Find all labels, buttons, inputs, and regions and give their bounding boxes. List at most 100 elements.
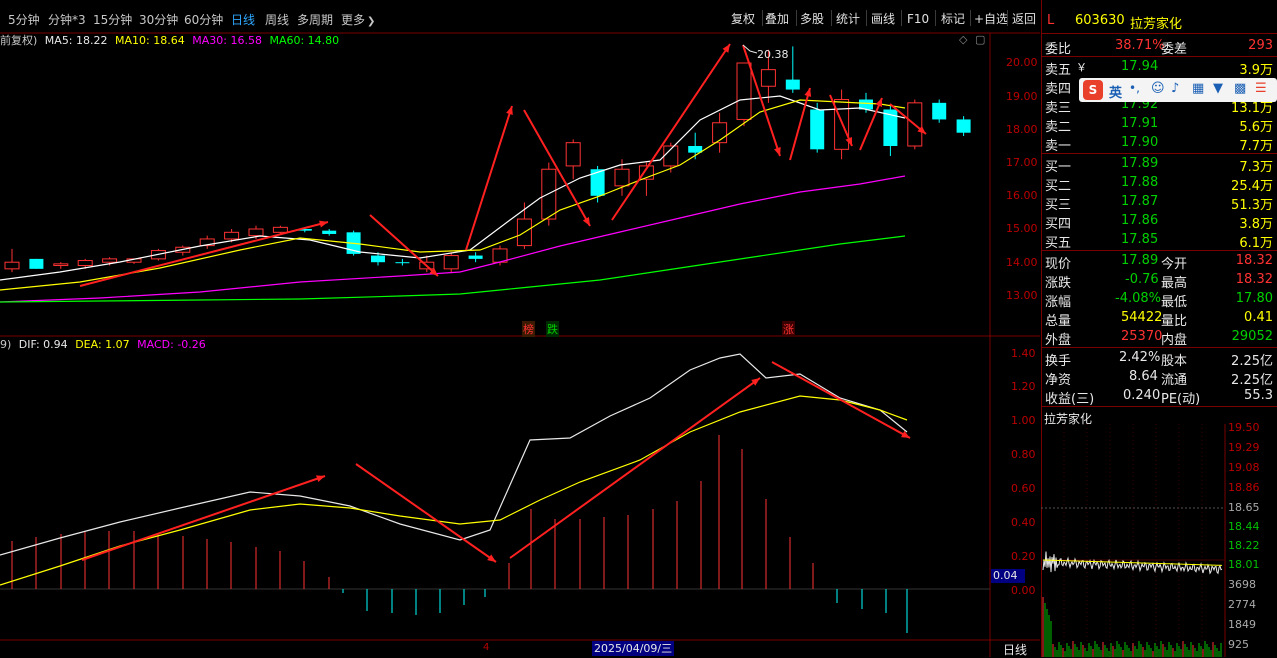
fin-row: 净资 8.64 流通 2.25亿: [1041, 367, 1277, 388]
stat-label: 内盘: [1161, 333, 1188, 348]
macd-value: MACD: -0.26: [137, 338, 206, 351]
net-assets: 8.64: [1129, 369, 1158, 384]
stat-row: 总量 54422 量比 0.41: [1041, 308, 1277, 329]
candle-body: [4, 261, 20, 270]
trend-arrow-up: [79, 221, 329, 287]
price-axis-label: 18.00: [1006, 123, 1038, 136]
outer-volume: 25370: [1121, 329, 1163, 344]
ime-punct-toggle[interactable]: •,: [1129, 81, 1140, 95]
ime-keyboard-icon[interactable]: ▦: [1192, 81, 1204, 96]
fin-row: 收益(三) 0.240 PE(动) 55.3: [1041, 386, 1277, 407]
macd-arrow-down-head: [487, 554, 496, 562]
divider: [1041, 33, 1277, 34]
order-ratio-label: 委比: [1045, 42, 1072, 57]
macd-arrow-down: [771, 361, 911, 439]
bid-price: 17.89: [1121, 156, 1159, 171]
candle-body: [688, 146, 703, 153]
macd-arrow-up: [81, 475, 326, 561]
bid-price: 17.87: [1121, 194, 1159, 209]
macd-param-label: 9): [0, 338, 12, 351]
macd-axis-label: 1.40: [1011, 347, 1036, 360]
ime-toolbox-icon[interactable]: ▩: [1234, 81, 1246, 96]
candle-body: [102, 258, 118, 263]
trend-arrow-down-head: [774, 147, 781, 156]
ime-skin-icon[interactable]: ▼: [1213, 81, 1223, 96]
candle-body: [956, 119, 971, 133]
total-volume: 54422: [1121, 310, 1163, 325]
macd-legend: 9) DIF: 0.94 DEA: 1.07 MACD: -0.26: [0, 338, 206, 351]
ime-toolbar[interactable]: S 英 •, ☺ ♪ ▦ ▼ ▩ ☰: [1079, 78, 1277, 102]
bottom-marker: 4: [483, 642, 490, 653]
mini-price-label: 19.08: [1228, 461, 1260, 474]
mini-vol-label: 1849: [1228, 618, 1256, 631]
eps: 0.240: [1123, 388, 1161, 403]
ask-row: 卖二 17.91 5.6万: [1041, 114, 1277, 135]
dea-value: DEA: 1.07: [75, 338, 130, 351]
ma30-value: MA30: 16.58: [192, 34, 262, 47]
macd-axis-label: 0.00: [1011, 584, 1036, 597]
mini-price-label: 19.50: [1228, 421, 1260, 434]
bid-row: 买三 17.87 51.3万: [1041, 192, 1277, 213]
ime-logo-icon[interactable]: S: [1083, 80, 1103, 100]
candle-body: [272, 226, 288, 233]
candle-body: [565, 142, 581, 167]
kline-chart[interactable]: [0, 0, 1040, 657]
ma30-line: [0, 175, 906, 303]
trend-arrow-up-head: [506, 106, 513, 115]
expand-icon[interactable]: ▢: [975, 33, 985, 46]
stat-row: 现价 17.89 今开 18.32: [1041, 251, 1277, 272]
candle-body: [53, 263, 69, 267]
candle-body: [248, 228, 264, 237]
change-percent: -4.08%: [1115, 291, 1161, 306]
turnover-rate: 2.42%: [1119, 350, 1161, 365]
candle-body: [322, 230, 337, 234]
high-price-marker: 20.38: [757, 48, 789, 61]
order-diff-label: 委差: [1161, 42, 1188, 57]
ask-price: 17.91: [1121, 116, 1159, 131]
trend-arrow-up: [789, 87, 811, 161]
trend-arrow-up-head: [722, 44, 730, 53]
order-diff-value: 293: [1248, 38, 1273, 53]
list-badge[interactable]: 榜: [522, 321, 535, 337]
bid-label: 买五: [1045, 236, 1072, 251]
ime-emoji-icon[interactable]: ☺: [1151, 81, 1165, 96]
candle-body: [77, 260, 93, 267]
mini-vol-label: 925: [1228, 638, 1249, 651]
bid-row: 买一 17.89 7.3万: [1041, 154, 1277, 175]
ask-volume: 7.7万: [1239, 139, 1273, 154]
current-price: 17.89: [1121, 253, 1159, 268]
price-axis-label: 19.00: [1006, 90, 1038, 103]
macd-axis-label: 0.20: [1011, 550, 1036, 563]
ime-lang-toggle[interactable]: 英: [1109, 82, 1122, 101]
candle-body: [224, 231, 240, 240]
candle-body: [590, 169, 605, 196]
diamond-icon[interactable]: ◇: [959, 33, 967, 46]
ime-voice-icon[interactable]: ♪: [1171, 81, 1179, 96]
dea-line: [0, 395, 908, 586]
stat-row: 涨幅 -4.08% 最低 17.80: [1041, 289, 1277, 310]
pe-ratio: 55.3: [1244, 388, 1273, 403]
cursor-value-tag: 0.04: [991, 569, 1025, 583]
price-axis-label: 17.00: [1006, 156, 1038, 169]
candle-body: [371, 255, 385, 263]
bid-volume: 6.1万: [1239, 236, 1273, 251]
mini-price-label: 18.01: [1228, 558, 1260, 571]
bid-row: 买二 17.88 25.4万: [1041, 173, 1277, 194]
ma60-value: MA60: 14.80: [269, 34, 340, 47]
fall-badge[interactable]: 跌: [546, 321, 559, 337]
candle-body: [468, 255, 483, 259]
ime-menu-icon[interactable]: ☰: [1255, 81, 1267, 96]
rise-badge[interactable]: 涨: [782, 321, 795, 337]
adjust-label: 前复权): [0, 34, 38, 47]
candle-body: [785, 79, 800, 90]
trend-arrow-down: [369, 214, 439, 277]
mini-price-label: 18.65: [1228, 501, 1260, 514]
candle-body: [395, 262, 410, 264]
period-tag: 日线: [1003, 643, 1028, 657]
mini-vol-label: 3698: [1228, 578, 1256, 591]
mini-price-label: 18.44: [1228, 520, 1260, 533]
trend-arrow-up: [465, 105, 513, 251]
order-ratio-row: 委比 38.71% 委差 293: [1041, 36, 1277, 57]
bid-row: 买五 17.85 6.1万: [1041, 230, 1277, 251]
price-axis-label: 13.00: [1006, 289, 1038, 302]
